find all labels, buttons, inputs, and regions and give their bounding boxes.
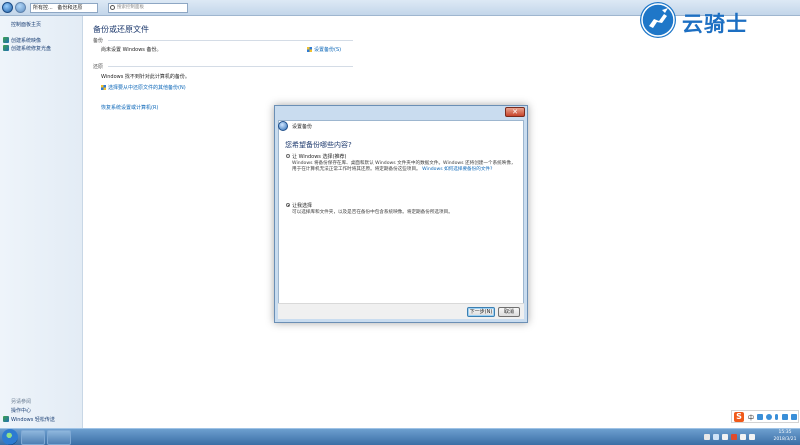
ime-tray-icon[interactable] — [731, 434, 737, 440]
create-repair-disc-link[interactable]: 创建系统修复光盘 — [11, 45, 51, 52]
keyboard-icon[interactable] — [782, 414, 788, 420]
search-placeholder: 搜索控制面板 — [117, 5, 144, 10]
network-icon[interactable] — [713, 434, 719, 440]
clock-time: 15:35 — [778, 430, 792, 435]
ime-mode[interactable]: 中 — [748, 413, 754, 422]
backup-section-label: 备份 — [93, 38, 104, 44]
left-pane: 控制面板主页 创建系统映像 创建系统修复光盘 另请参阅 操作中心 Windows… — [0, 16, 83, 428]
breadcrumb[interactable]: 所有控... 备份和还原 — [30, 3, 98, 13]
easy-transfer-link[interactable]: Windows 轻松传送 — [11, 416, 55, 423]
how-windows-chooses-link[interactable]: Windows 如何选择要备份的文件? — [422, 167, 492, 172]
option-windows-choose-description: Windows 将备份保存在库、桌面和默认 Windows 文件夹中的数据文件。… — [292, 161, 518, 173]
option-windows-choose-radio[interactable] — [286, 154, 290, 158]
dialog-titlebar[interactable]: ✕ — [275, 106, 527, 120]
restore-section-label: 还原 — [93, 64, 104, 70]
flag-icon[interactable] — [740, 434, 746, 440]
option-windows-choose-label[interactable]: 让 Windows 选择(推荐) — [292, 153, 346, 160]
taskbar-control-panel-button[interactable] — [47, 430, 71, 445]
volume-icon[interactable] — [722, 434, 728, 440]
forward-button[interactable] — [15, 2, 26, 13]
close-button[interactable]: ✕ — [505, 107, 525, 117]
power-icon[interactable] — [749, 434, 755, 440]
watermark-text: 云骑士 — [682, 12, 748, 36]
microphone-icon[interactable] — [775, 414, 778, 420]
divider — [108, 66, 353, 67]
setup-backup-dialog: ✕ 设置备份 您希望备份哪些内容? 让 Windows 选择(推荐) Windo… — [274, 105, 528, 323]
option-let-me-choose-label[interactable]: 让我选择 — [292, 202, 312, 209]
system-image-icon — [3, 37, 9, 43]
breadcrumb-item[interactable]: 备份和还原 — [57, 5, 82, 11]
dialog-footer: 下一步(N) 取消 — [278, 303, 524, 319]
see-also-label: 另请参阅 — [11, 399, 32, 405]
setup-backup-label: 设置备份(S) — [314, 47, 342, 53]
easy-transfer-icon — [3, 416, 9, 422]
select-other-backup-link[interactable]: 选择要从中还原文件的其他备份(N) — [101, 84, 186, 91]
recover-system-link[interactable]: 恢复系统设置或计算机(R) — [101, 104, 158, 111]
dialog-title: 设置备份 — [292, 124, 313, 130]
control-panel-home-link[interactable]: 控制面板主页 — [11, 21, 41, 28]
taskbar-explorer-button[interactable] — [21, 430, 45, 445]
cancel-button[interactable]: 取消 — [498, 307, 520, 317]
option-let-me-choose-radio[interactable] — [286, 203, 290, 207]
taskbar — [0, 428, 800, 445]
next-button[interactable]: 下一步(N) — [467, 307, 495, 317]
restore-status: Windows 找不到针对此计算机的备份。 — [101, 74, 190, 80]
watermark: 云骑士 — [640, 2, 795, 40]
select-other-backup-label: 选择要从中还原文件的其他备份(N) — [108, 85, 186, 91]
mouse-cursor-icon — [408, 258, 413, 268]
clock-date: 2018/3/21 — [773, 437, 797, 442]
action-center-link[interactable]: 操作中心 — [11, 407, 31, 414]
setup-backup-link[interactable]: 设置备份(S) — [307, 46, 341, 53]
create-system-image-link[interactable]: 创建系统映像 — [11, 37, 41, 44]
clock[interactable]: 15:35 2018/3/21 — [770, 429, 800, 443]
ime-punct-icon[interactable] — [757, 414, 763, 420]
search-input[interactable]: 搜索控制面板 — [108, 3, 188, 13]
tray-icon[interactable] — [704, 434, 710, 440]
back-arrow-icon[interactable] — [278, 121, 288, 131]
divider — [108, 40, 353, 41]
uac-shield-icon — [101, 85, 106, 90]
ime-skin-icon[interactable] — [791, 414, 797, 420]
knight-logo-icon — [640, 2, 676, 38]
windows-start-icon[interactable] — [2, 429, 18, 445]
backup-status: 尚未设置 Windows 备份。 — [101, 47, 162, 53]
ime-toolbar[interactable]: S 中 — [731, 410, 799, 423]
ime-emoji-icon[interactable] — [766, 414, 772, 420]
repair-disc-icon — [3, 45, 9, 51]
ime-logo-icon: S — [734, 412, 744, 422]
dialog-heading: 您希望备份哪些内容? — [285, 141, 352, 149]
back-button[interactable] — [2, 2, 13, 13]
page-title: 备份或还原文件 — [93, 25, 149, 34]
breadcrumb-item[interactable]: 所有控... — [33, 5, 53, 11]
option-let-me-choose-description: 可以选择库和文件夹，以及是否在备份中包含系统映像。将定期备份所选项目。 — [292, 210, 453, 215]
search-icon — [110, 5, 115, 10]
uac-shield-icon — [307, 47, 312, 52]
